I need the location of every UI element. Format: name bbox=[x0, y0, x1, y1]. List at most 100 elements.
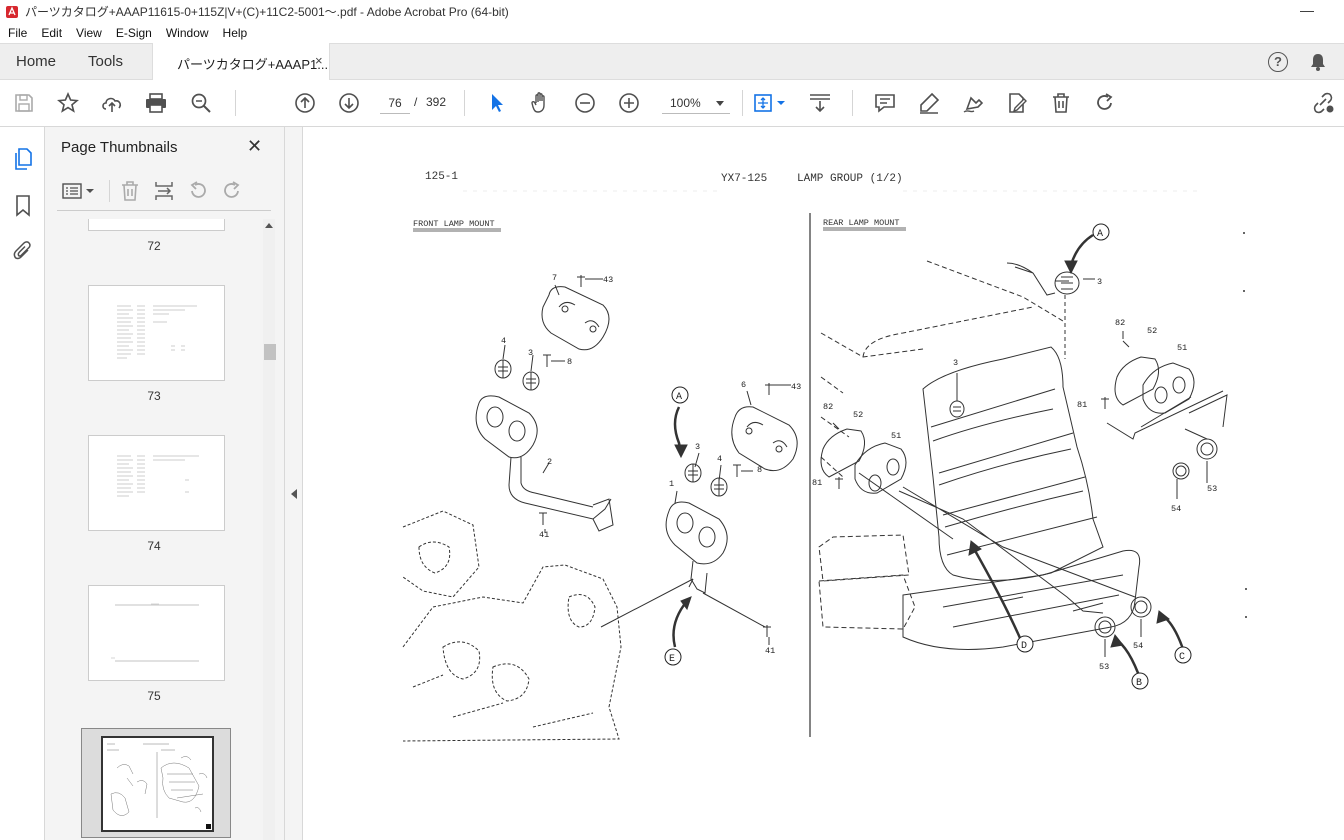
rear-lamp-mount-title: REAR LAMP MOUNT bbox=[823, 218, 900, 228]
svg-text:53: 53 bbox=[1207, 484, 1217, 494]
front-callout-e: E bbox=[664, 648, 682, 666]
front-lamp-diagram bbox=[402, 275, 798, 742]
zoom-level-select[interactable]: 100% bbox=[662, 92, 730, 114]
page-separator: / bbox=[414, 95, 418, 109]
page-thumbnails-panel: Page Thumbnails ✕ 72 73 74 75 bbox=[45, 127, 285, 840]
document-view[interactable]: 125-1 YX7-125 LAMP GROUP (1/2) FRONT LAM… bbox=[303, 127, 1344, 840]
thumbnail-scrollbar[interactable] bbox=[263, 219, 276, 840]
tab-document[interactable]: パーツカタログ+AAAP1... × bbox=[152, 43, 330, 80]
page-preview bbox=[111, 603, 199, 662]
menu-view[interactable]: View bbox=[76, 26, 102, 40]
toolbar-divider bbox=[235, 90, 236, 116]
notification-bell-icon[interactable] bbox=[1308, 52, 1328, 72]
zoom-search-icon[interactable] bbox=[189, 91, 213, 115]
bookmark-star-icon[interactable] bbox=[56, 91, 80, 115]
main-toolbar: / 392 100% bbox=[0, 80, 1344, 127]
menu-window[interactable]: Window bbox=[166, 26, 209, 40]
svg-text:8: 8 bbox=[567, 357, 572, 367]
delete-page-icon[interactable] bbox=[118, 179, 142, 203]
svg-text:3: 3 bbox=[695, 442, 700, 452]
page-total: 392 bbox=[426, 95, 447, 109]
panel-title: Page Thumbnails bbox=[61, 139, 178, 156]
upload-cloud-icon[interactable] bbox=[100, 91, 124, 115]
svg-text:52: 52 bbox=[853, 410, 863, 420]
zoom-in-icon[interactable] bbox=[617, 91, 641, 115]
thumbnail-page-number: 72 bbox=[147, 239, 161, 253]
close-tab-icon[interactable]: × bbox=[315, 53, 323, 68]
svg-text:A: A bbox=[676, 392, 682, 403]
svg-text:41: 41 bbox=[765, 646, 775, 656]
insert-page-icon[interactable] bbox=[152, 179, 176, 203]
highlight-pen-icon[interactable] bbox=[917, 91, 941, 115]
rotate-left-icon[interactable] bbox=[186, 179, 210, 203]
menu-bar: File Edit View E-Sign Window Help bbox=[0, 23, 1344, 43]
svg-text:1: 1 bbox=[669, 479, 674, 489]
svg-text:52: 52 bbox=[1147, 326, 1157, 336]
page-model: YX7-125 bbox=[721, 173, 767, 185]
scrollbar-thumb[interactable] bbox=[264, 344, 276, 360]
thumbnail-list[interactable]: 72 73 74 75 bbox=[45, 219, 263, 840]
draw-signature-icon[interactable] bbox=[961, 91, 985, 115]
front-part-labels: 7 43 4 3 8 2 41 3 6 43 1 4 8 41 bbox=[501, 273, 801, 656]
zoom-level-value: 100% bbox=[670, 96, 701, 110]
bookmarks-icon[interactable] bbox=[11, 194, 35, 218]
menu-esign[interactable]: E-Sign bbox=[116, 26, 152, 40]
thumbnail-options-icon[interactable] bbox=[61, 179, 95, 203]
svg-text:D: D bbox=[1021, 641, 1027, 652]
thumbnail-page[interactable] bbox=[88, 219, 225, 231]
svg-text:3: 3 bbox=[1097, 277, 1102, 287]
thumbnail-tools bbox=[57, 175, 271, 211]
rear-lamp-diagram bbox=[818, 232, 1247, 682]
zoom-out-icon[interactable] bbox=[573, 91, 597, 115]
select-cursor-icon[interactable] bbox=[485, 91, 509, 115]
close-panel-icon[interactable]: ✕ bbox=[247, 136, 262, 157]
previous-page-icon[interactable] bbox=[293, 91, 317, 115]
tab-tools[interactable]: Tools bbox=[88, 53, 123, 70]
delete-trash-icon[interactable] bbox=[1049, 91, 1073, 115]
minimize-button[interactable]: — bbox=[1300, 2, 1314, 18]
print-icon[interactable] bbox=[144, 91, 168, 115]
thumbnail-page-selected[interactable] bbox=[101, 736, 214, 832]
svg-text:41: 41 bbox=[539, 530, 549, 540]
rear-callout-a: A bbox=[1092, 223, 1110, 241]
front-lamp-mount-title: FRONT LAMP MOUNT bbox=[413, 219, 495, 229]
edit-pdf-icon[interactable] bbox=[1005, 91, 1029, 115]
svg-text:81: 81 bbox=[812, 478, 822, 488]
attachments-paperclip-icon[interactable] bbox=[11, 240, 35, 264]
share-link-icon[interactable] bbox=[1311, 91, 1335, 115]
rotate-right-icon[interactable] bbox=[220, 179, 244, 203]
rotate-icon[interactable] bbox=[1093, 91, 1117, 115]
svg-text:6: 6 bbox=[741, 380, 746, 390]
menu-file[interactable]: File bbox=[8, 26, 27, 40]
svg-text:82: 82 bbox=[823, 402, 833, 412]
page-number-input[interactable] bbox=[380, 92, 410, 114]
collapse-arrow-icon[interactable] bbox=[291, 489, 297, 499]
left-navigation-rail bbox=[0, 127, 45, 840]
svg-text:3: 3 bbox=[528, 348, 533, 358]
tab-home[interactable]: Home bbox=[16, 53, 56, 70]
page-preview bbox=[117, 455, 199, 497]
svg-text:8: 8 bbox=[757, 465, 762, 475]
next-page-icon[interactable] bbox=[337, 91, 361, 115]
svg-text:3: 3 bbox=[953, 358, 958, 368]
help-icon[interactable]: ? bbox=[1268, 52, 1288, 72]
save-icon[interactable] bbox=[12, 91, 36, 115]
title-bar: パーツカタログ+AAAP11615-0+115Z|V+(C)+11C2-5001… bbox=[0, 0, 1344, 23]
rear-callout-d: D bbox=[1016, 635, 1034, 653]
scroll-up-arrow-icon[interactable] bbox=[265, 223, 273, 228]
tab-bar: Home Tools パーツカタログ+AAAP1... × ? bbox=[0, 43, 1344, 80]
comment-icon[interactable] bbox=[873, 91, 897, 115]
page-thumbnails-icon[interactable] bbox=[11, 147, 35, 171]
front-callout-a: A bbox=[671, 386, 689, 404]
fit-page-icon[interactable] bbox=[752, 91, 788, 115]
rear-part-labels: 3 82 52 51 3 81 82 52 51 81 54 53 54 53 bbox=[812, 277, 1217, 672]
thumbnail-page[interactable] bbox=[88, 435, 225, 531]
hand-tool-icon[interactable] bbox=[529, 91, 553, 115]
menu-edit[interactable]: Edit bbox=[41, 26, 62, 40]
thumbnail-page[interactable] bbox=[88, 285, 225, 381]
panel-collapse-handle[interactable] bbox=[285, 127, 303, 840]
thumbnail-page[interactable] bbox=[88, 585, 225, 681]
scroll-mode-icon[interactable] bbox=[807, 91, 833, 115]
svg-text:54: 54 bbox=[1133, 641, 1143, 651]
menu-help[interactable]: Help bbox=[223, 26, 248, 40]
